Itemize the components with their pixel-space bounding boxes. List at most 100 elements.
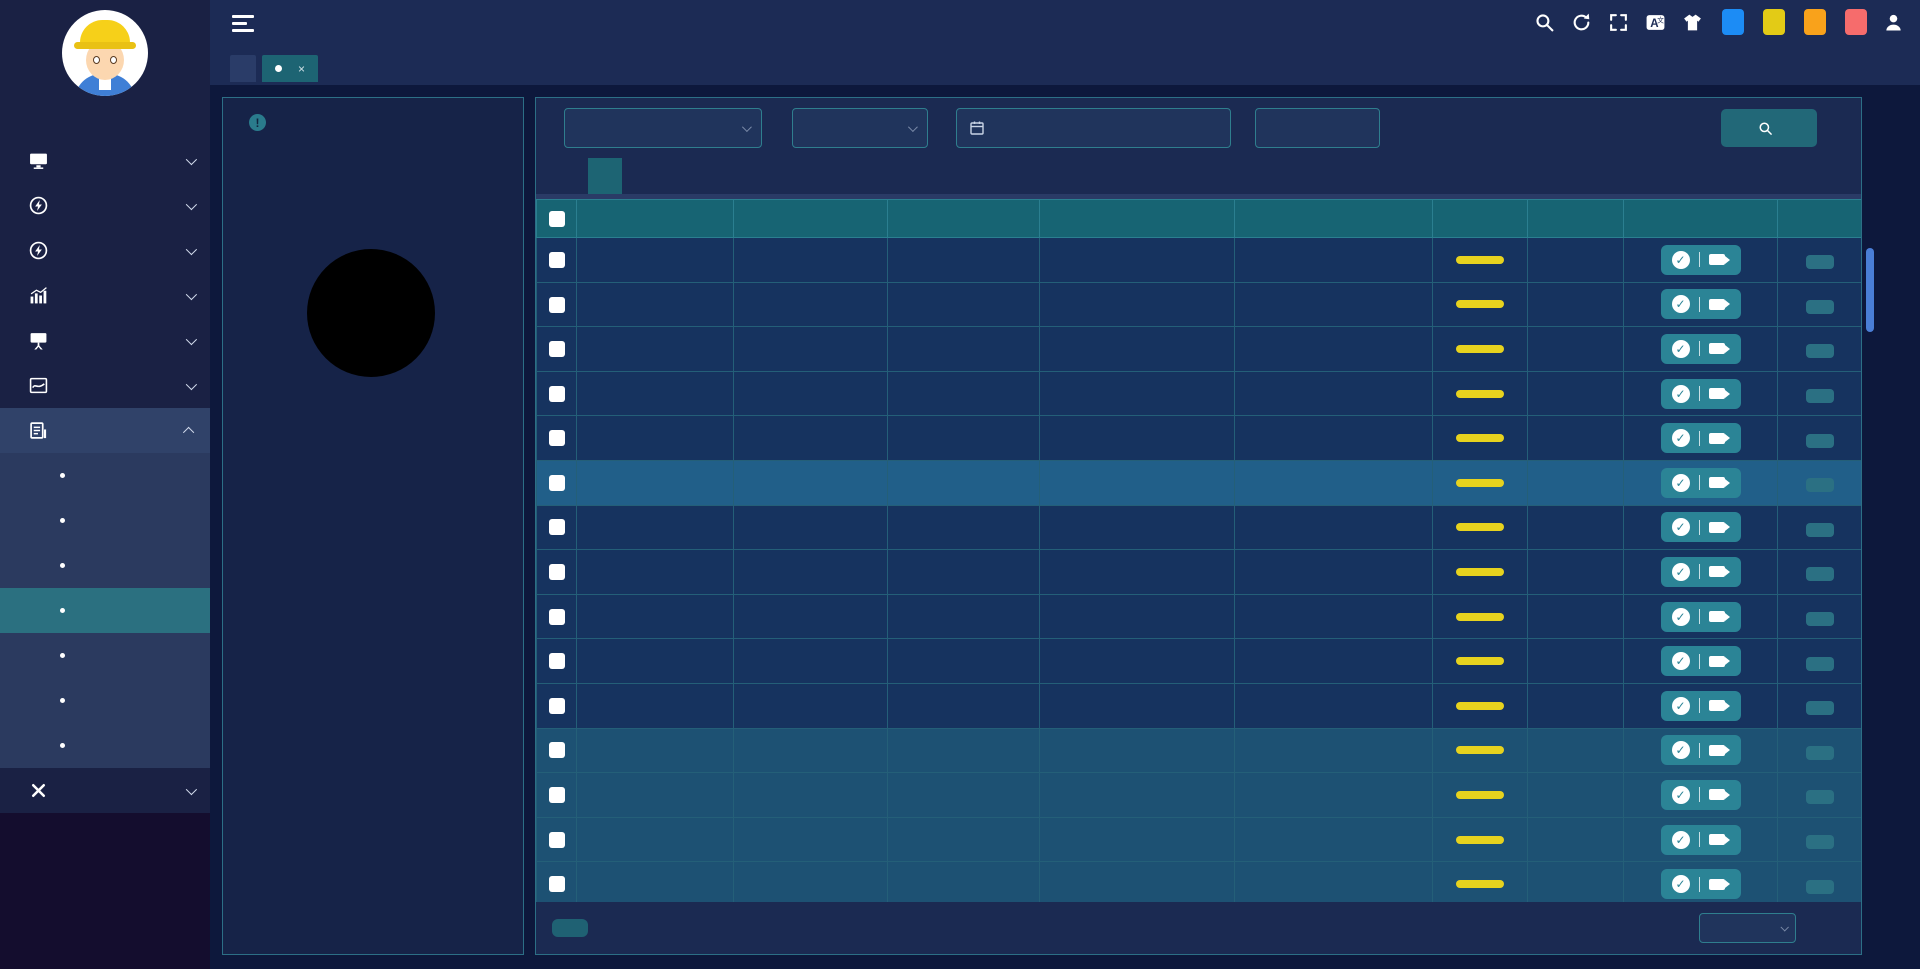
row-actions[interactable]: ✓ xyxy=(1661,289,1741,319)
view-button[interactable] xyxy=(1806,746,1834,760)
sidebar-subitem-7[interactable] xyxy=(0,723,210,768)
column-header[interactable] xyxy=(1433,200,1528,238)
sidebar-item-4[interactable] xyxy=(0,273,210,318)
alarm-badge[interactable] xyxy=(1763,9,1785,35)
confirm-check-icon[interactable]: ✓ xyxy=(1672,429,1690,447)
sidebar-item-6[interactable] xyxy=(0,363,210,408)
page-size-select[interactable] xyxy=(1699,913,1796,943)
row-checkbox[interactable] xyxy=(549,475,565,491)
search-button[interactable] xyxy=(1721,109,1817,147)
camera-icon[interactable] xyxy=(1709,656,1725,667)
row-checkbox[interactable] xyxy=(549,787,565,803)
alarm-badge[interactable] xyxy=(1804,9,1826,35)
row-checkbox[interactable] xyxy=(549,609,565,625)
table-row[interactable]: ✓ xyxy=(537,639,1862,684)
confirm-check-icon[interactable]: ✓ xyxy=(1672,697,1690,715)
table-row[interactable]: ✓ xyxy=(537,594,1862,639)
table-row[interactable]: ✓ xyxy=(537,327,1862,372)
confirm-check-icon[interactable]: ✓ xyxy=(1672,608,1690,626)
row-checkbox[interactable] xyxy=(549,430,565,446)
row-actions[interactable]: ✓ xyxy=(1661,602,1741,632)
table-row[interactable]: ✓ xyxy=(537,416,1862,461)
row-actions[interactable]: ✓ xyxy=(1661,780,1741,810)
confirm-check-icon[interactable]: ✓ xyxy=(1672,563,1690,581)
camera-icon[interactable] xyxy=(1709,522,1725,533)
alarm-tab-3[interactable] xyxy=(622,158,656,194)
fullscreen-icon[interactable] xyxy=(1607,11,1629,33)
info-icon[interactable]: ! xyxy=(249,114,266,131)
row-actions[interactable]: ✓ xyxy=(1661,423,1741,453)
column-header[interactable] xyxy=(1528,200,1624,238)
row-checkbox[interactable] xyxy=(549,876,565,892)
confirm-check-icon[interactable]: ✓ xyxy=(1672,385,1690,403)
view-button[interactable] xyxy=(1806,344,1834,358)
translate-icon[interactable]: A文 xyxy=(1644,11,1666,33)
confirm-check-icon[interactable]: ✓ xyxy=(1672,786,1690,804)
menu-collapse-icon[interactable] xyxy=(232,15,254,32)
confirm-check-icon[interactable]: ✓ xyxy=(1672,875,1690,893)
view-button[interactable] xyxy=(1806,701,1834,715)
row-checkbox[interactable] xyxy=(549,832,565,848)
row-checkbox[interactable] xyxy=(549,341,565,357)
row-checkbox[interactable] xyxy=(549,653,565,669)
column-header[interactable] xyxy=(1778,200,1862,238)
view-button[interactable] xyxy=(1806,523,1834,537)
camera-icon[interactable] xyxy=(1709,745,1725,756)
tab-alarm-info[interactable]: × xyxy=(262,55,318,82)
view-button[interactable] xyxy=(1806,478,1834,492)
view-button[interactable] xyxy=(1806,389,1834,403)
camera-icon[interactable] xyxy=(1709,789,1725,800)
row-checkbox[interactable] xyxy=(549,252,565,268)
confirm-check-icon[interactable]: ✓ xyxy=(1672,340,1690,358)
view-button[interactable] xyxy=(1806,880,1834,894)
row-actions[interactable]: ✓ xyxy=(1661,245,1741,275)
sidebar-subitem-3[interactable] xyxy=(0,543,210,588)
alarm-tab-4[interactable] xyxy=(656,158,690,194)
confirm-check-icon[interactable]: ✓ xyxy=(1672,652,1690,670)
sidebar-item-3[interactable] xyxy=(0,228,210,273)
column-header[interactable] xyxy=(577,200,734,238)
table-row[interactable]: ✓ xyxy=(537,773,1862,818)
table-row[interactable]: ✓ xyxy=(537,238,1862,283)
view-button[interactable] xyxy=(1806,567,1834,581)
confirm-all-button[interactable] xyxy=(552,919,588,937)
sidebar-item-5[interactable] xyxy=(0,318,210,363)
sidebar-item-1[interactable] xyxy=(0,138,210,183)
table-row[interactable]: ✓ xyxy=(537,862,1862,902)
view-button[interactable] xyxy=(1806,300,1834,314)
camera-icon[interactable] xyxy=(1709,477,1725,488)
camera-icon[interactable] xyxy=(1709,299,1725,310)
column-header[interactable] xyxy=(1040,200,1235,238)
avatar[interactable] xyxy=(62,10,148,96)
sidebar-subitem-5[interactable] xyxy=(0,633,210,678)
column-header[interactable] xyxy=(888,200,1040,238)
camera-icon[interactable] xyxy=(1709,834,1725,845)
event-type-input[interactable] xyxy=(1255,108,1380,148)
row-checkbox[interactable] xyxy=(549,742,565,758)
camera-icon[interactable] xyxy=(1709,566,1725,577)
alarm-tab-1[interactable] xyxy=(554,158,588,194)
camera-icon[interactable] xyxy=(1709,879,1725,890)
row-actions[interactable]: ✓ xyxy=(1661,691,1741,721)
table-row[interactable]: ✓ xyxy=(537,282,1862,327)
date-range-picker[interactable] xyxy=(956,108,1231,148)
alarm-badge[interactable] xyxy=(1845,9,1867,35)
sidebar-subitem-6[interactable] xyxy=(0,678,210,723)
row-checkbox[interactable] xyxy=(549,386,565,402)
row-checkbox[interactable] xyxy=(549,698,565,714)
row-actions[interactable]: ✓ xyxy=(1661,735,1741,765)
camera-icon[interactable] xyxy=(1709,388,1725,399)
camera-icon[interactable] xyxy=(1709,254,1725,265)
close-icon[interactable]: × xyxy=(298,62,305,76)
view-button[interactable] xyxy=(1806,657,1834,671)
view-button[interactable] xyxy=(1806,790,1834,804)
sidebar-subitem-2[interactable] xyxy=(0,498,210,543)
row-actions[interactable]: ✓ xyxy=(1661,825,1741,855)
column-header[interactable] xyxy=(1235,200,1433,238)
scrollbar-thumb[interactable] xyxy=(1866,248,1874,332)
view-button[interactable] xyxy=(1806,255,1834,269)
table-row[interactable]: ✓ xyxy=(537,728,1862,773)
confirm-check-icon[interactable]: ✓ xyxy=(1672,251,1690,269)
view-button[interactable] xyxy=(1806,434,1834,448)
view-button[interactable] xyxy=(1806,612,1834,626)
